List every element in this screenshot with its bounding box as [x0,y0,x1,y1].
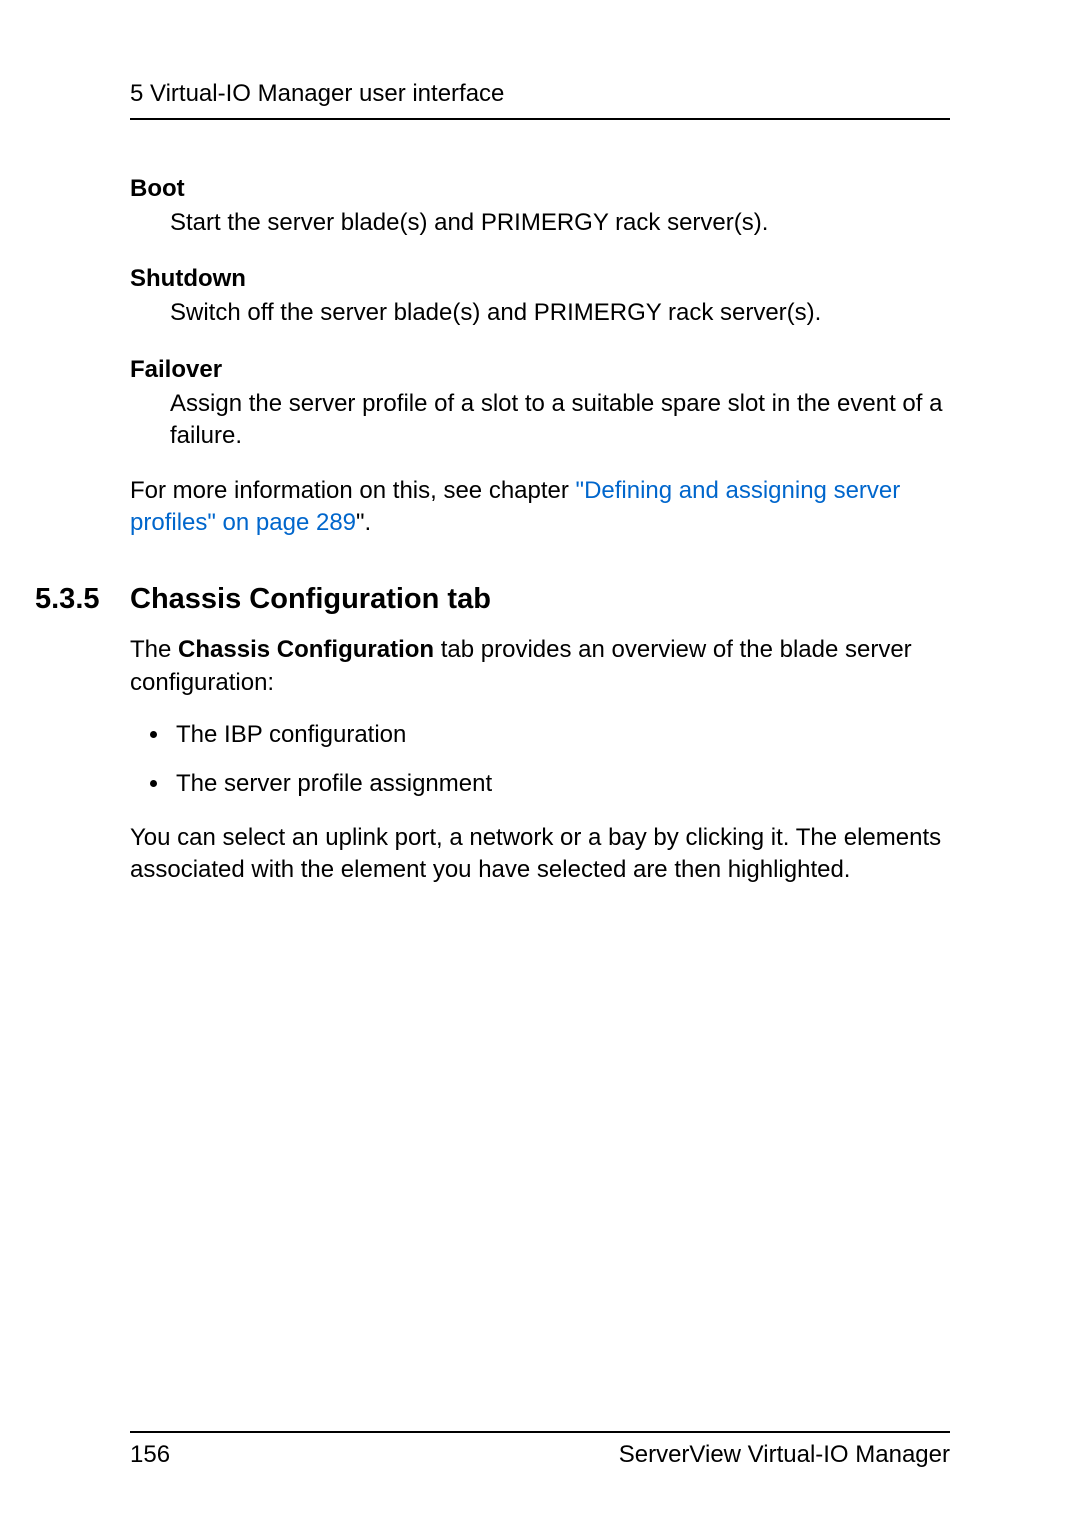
running-head: 5 Virtual-IO Manager user interface [130,80,950,120]
term-failover: Failover [130,356,950,384]
def-boot-desc: Start the server blade(s) and PRIMERGY r… [170,207,950,239]
header-rule [130,118,950,120]
page-footer: 156 ServerView Virtual-IO Manager [130,1431,950,1469]
running-head-text: 5 Virtual-IO Manager user interface [130,80,950,108]
section-heading: 5.3.5 Chassis Configuration tab [130,583,950,616]
def-failover-desc: Assign the server profile of a slot to a… [170,388,950,453]
intro-prefix: The [130,636,178,663]
list-item: The IBP configuration [130,719,950,751]
intro-bold: Chassis Configuration [178,636,434,663]
section-number: 5.3.5 [35,583,130,616]
def-shutdown-desc: Switch off the server blade(s) and PRIME… [170,297,950,329]
intro-para: The Chassis Configuration tab provides a… [130,634,950,699]
section-body: The Chassis Configuration tab provides a… [130,634,950,886]
more-info-para: For more information on this, see chapte… [130,475,950,540]
body-content: Boot Start the server blade(s) and PRIME… [130,175,950,887]
more-info-prefix: For more information on this, see chapte… [130,477,576,504]
def-failover: Failover Assign the server profile of a … [130,356,950,453]
more-info-suffix: ". [356,509,371,536]
section-title: Chassis Configuration tab [130,583,491,616]
product-name: ServerView Virtual-IO Manager [619,1441,950,1469]
closing-para: You can select an uplink port, a network… [130,822,950,887]
term-shutdown: Shutdown [130,265,950,293]
def-shutdown: Shutdown Switch off the server blade(s) … [130,265,950,329]
def-boot: Boot Start the server blade(s) and PRIME… [130,175,950,239]
list-item: The server profile assignment [130,768,950,800]
term-boot: Boot [130,175,950,203]
footer-rule [130,1431,950,1433]
bullet-list: The IBP configuration The server profile… [130,719,950,800]
page-number: 156 [130,1441,170,1469]
